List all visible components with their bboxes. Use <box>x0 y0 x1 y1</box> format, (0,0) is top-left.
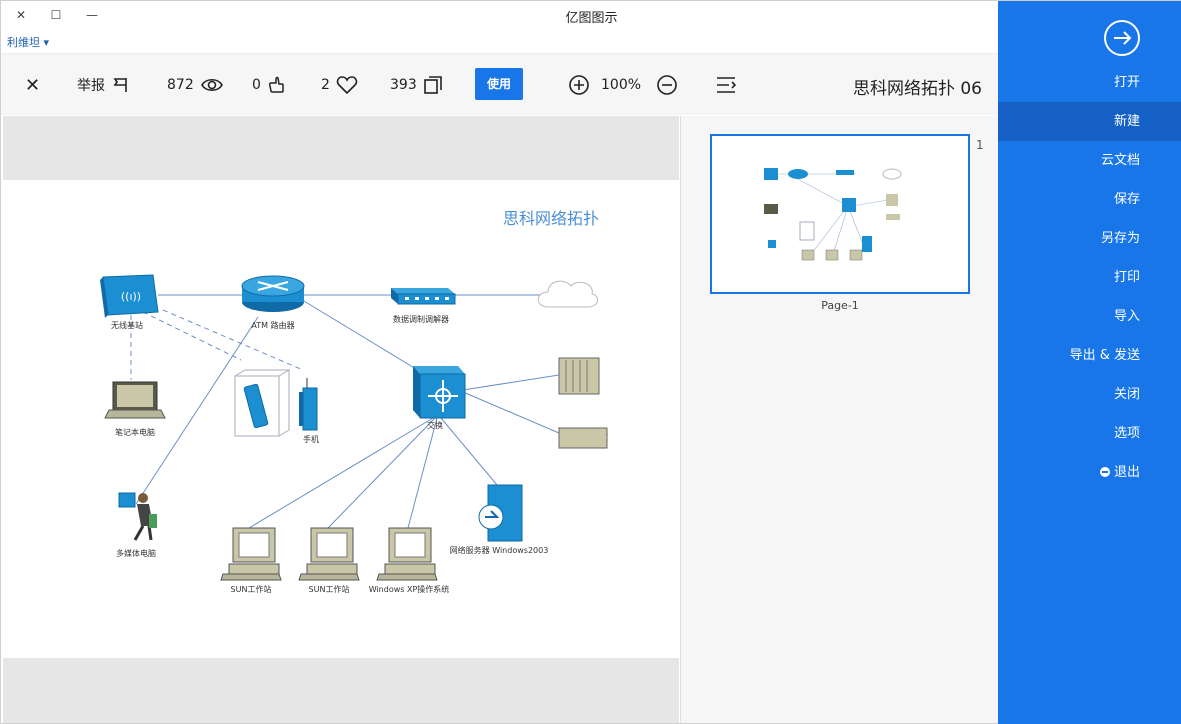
laptop-label: 笔记本电脑 <box>115 427 155 437</box>
outline-toggle-button[interactable] <box>715 72 737 98</box>
views-count: 872 <box>167 72 224 98</box>
toolbar: ✕ 举报 872 0 2 393 使用 100% 思科网络拓扑 06 <box>1 53 998 115</box>
menu-item-import[interactable]: 导入 <box>998 297 1181 336</box>
canvas-area[interactable]: 思科网络拓扑 ((ı)) 无线基站 ATM 路由器 数据调制调解器 笔记本电脑 … <box>3 116 679 723</box>
user-label: 多媒体电脑 <box>116 548 156 558</box>
workstation-pc-3[interactable]: Windows XP操作系统 <box>369 527 450 594</box>
title-bar: ✕ ☐ — <box>1 1 998 31</box>
switch-label: 交换 <box>427 420 443 430</box>
laptop[interactable]: 笔记本电脑 <box>104 381 166 437</box>
pc1-label: SUN工作站 <box>231 584 272 594</box>
menu-item-options[interactable]: 选项 <box>998 414 1181 453</box>
menu-item-cloud-docs[interactable]: 云文档 <box>998 141 1181 180</box>
eye-icon <box>200 78 223 92</box>
report-button[interactable]: 举报 <box>77 72 129 98</box>
pc2-label: SUN工作站 <box>309 584 350 594</box>
phone-label: 手机 <box>303 434 319 444</box>
window-maximize-button[interactable]: ☐ <box>46 5 66 25</box>
thumbnail-preview <box>734 140 946 288</box>
arrow-right-icon <box>1114 31 1132 45</box>
minus-circle-icon <box>657 75 677 95</box>
document-title: 思科网络拓扑 06 <box>852 79 982 99</box>
workstation-pc-1[interactable]: SUN工作站 <box>220 527 282 594</box>
diagram-page[interactable]: 思科网络拓扑 ((ı)) 无线基站 ATM 路由器 数据调制调解器 笔记本电脑 … <box>3 180 679 658</box>
cloud[interactable] <box>537 280 599 308</box>
workstation-pc-2[interactable]: SUN工作站 <box>298 527 360 594</box>
rack-cabinet[interactable] <box>558 357 600 395</box>
pc3-label: Windows XP操作系统 <box>369 584 450 594</box>
window-minimize-button[interactable]: — <box>82 5 102 25</box>
copies-value: 393 <box>390 77 417 93</box>
app-window: ✕ ☐ — 亿图图示 利维坦 ▾ ✕ 举报 872 0 2 393 使用 100… <box>0 0 1181 724</box>
report-label: 举报 <box>77 78 105 94</box>
plus-circle-icon <box>569 75 589 95</box>
favorite-button[interactable]: 2 <box>321 72 358 98</box>
back-button[interactable] <box>1104 20 1140 56</box>
page-thumbnail[interactable] <box>710 134 970 294</box>
use-template-button[interactable]: 使用 <box>475 68 523 100</box>
modem[interactable]: 数据调制调解器 <box>391 288 456 324</box>
user-account-link[interactable]: 利维坦 ▾ <box>7 34 49 50</box>
menu-item-open[interactable]: 打开 <box>998 63 1181 102</box>
atm-router[interactable]: ATM 路由器 <box>241 275 305 330</box>
menu-item-save[interactable]: 保存 <box>998 180 1181 219</box>
svg-text:((ı)): ((ı)) <box>121 290 141 303</box>
exit-icon <box>1099 467 1110 477</box>
likes-value: 0 <box>252 77 261 93</box>
menu-item-export-send[interactable]: 导出 & 发送 <box>998 336 1181 375</box>
page-thumbnails-panel: 1 Page-1 <box>680 116 998 723</box>
heart-icon <box>336 76 358 95</box>
favorites-value: 2 <box>321 77 330 93</box>
menu-item-save-as[interactable]: 另存为 <box>998 219 1181 258</box>
network-server[interactable]: 网络服务器 Windows2003 <box>450 484 549 555</box>
menu-item-print[interactable]: 打印 <box>998 258 1181 297</box>
file-menu-sidebar: 打开 新建 云文档 保存 另存为 打印 导入 导出 & 发送 关闭 选项 退出 <box>998 1 1181 724</box>
copy-icon <box>423 76 442 94</box>
storage-unit[interactable] <box>557 427 609 449</box>
close-preview-button[interactable]: ✕ <box>25 72 40 98</box>
views-value: 872 <box>167 77 194 93</box>
network-diagram: 思科网络拓扑 ((ı)) 无线基站 ATM 路由器 数据调制调解器 笔记本电脑 … <box>100 209 609 594</box>
window-close-button[interactable]: ✕ <box>11 5 31 25</box>
menu-item-exit[interactable]: 退出 <box>998 453 1181 492</box>
zoom-out-button[interactable] <box>656 72 678 98</box>
file-menu: 打开 新建 云文档 保存 另存为 打印 导入 导出 & 发送 关闭 选项 退出 <box>998 63 1181 492</box>
menu-item-new[interactable]: 新建 <box>998 102 1181 141</box>
flag-icon <box>113 78 127 92</box>
thumbnail-page-label: Page-1 <box>821 299 859 312</box>
close-icon: ✕ <box>25 74 41 96</box>
router-label: ATM 路由器 <box>251 320 294 330</box>
like-button[interactable]: 0 <box>252 72 287 98</box>
zoom-level: 100% <box>601 77 642 93</box>
copy-button[interactable]: 393 <box>390 72 443 98</box>
thumbnail-index: 1 <box>976 138 984 152</box>
server-label: 网络服务器 Windows2003 <box>450 545 549 555</box>
wireless-label: 无线基站 <box>111 320 143 330</box>
access-point[interactable] <box>299 378 318 431</box>
wireless-base-station[interactable]: ((ı)) 无线基站 <box>100 274 159 330</box>
zoom-in-button[interactable] <box>568 72 590 98</box>
menu-item-close[interactable]: 关闭 <box>998 375 1181 414</box>
core-switch[interactable]: 交换 <box>413 366 466 430</box>
list-icon <box>717 77 737 93</box>
menu-item-exit-label: 退出 <box>1113 465 1140 480</box>
modem-label: 数据调制调解器 <box>393 314 449 324</box>
diagram-title: 思科网络拓扑 <box>503 209 599 228</box>
thumbs-up-icon <box>268 76 284 93</box>
